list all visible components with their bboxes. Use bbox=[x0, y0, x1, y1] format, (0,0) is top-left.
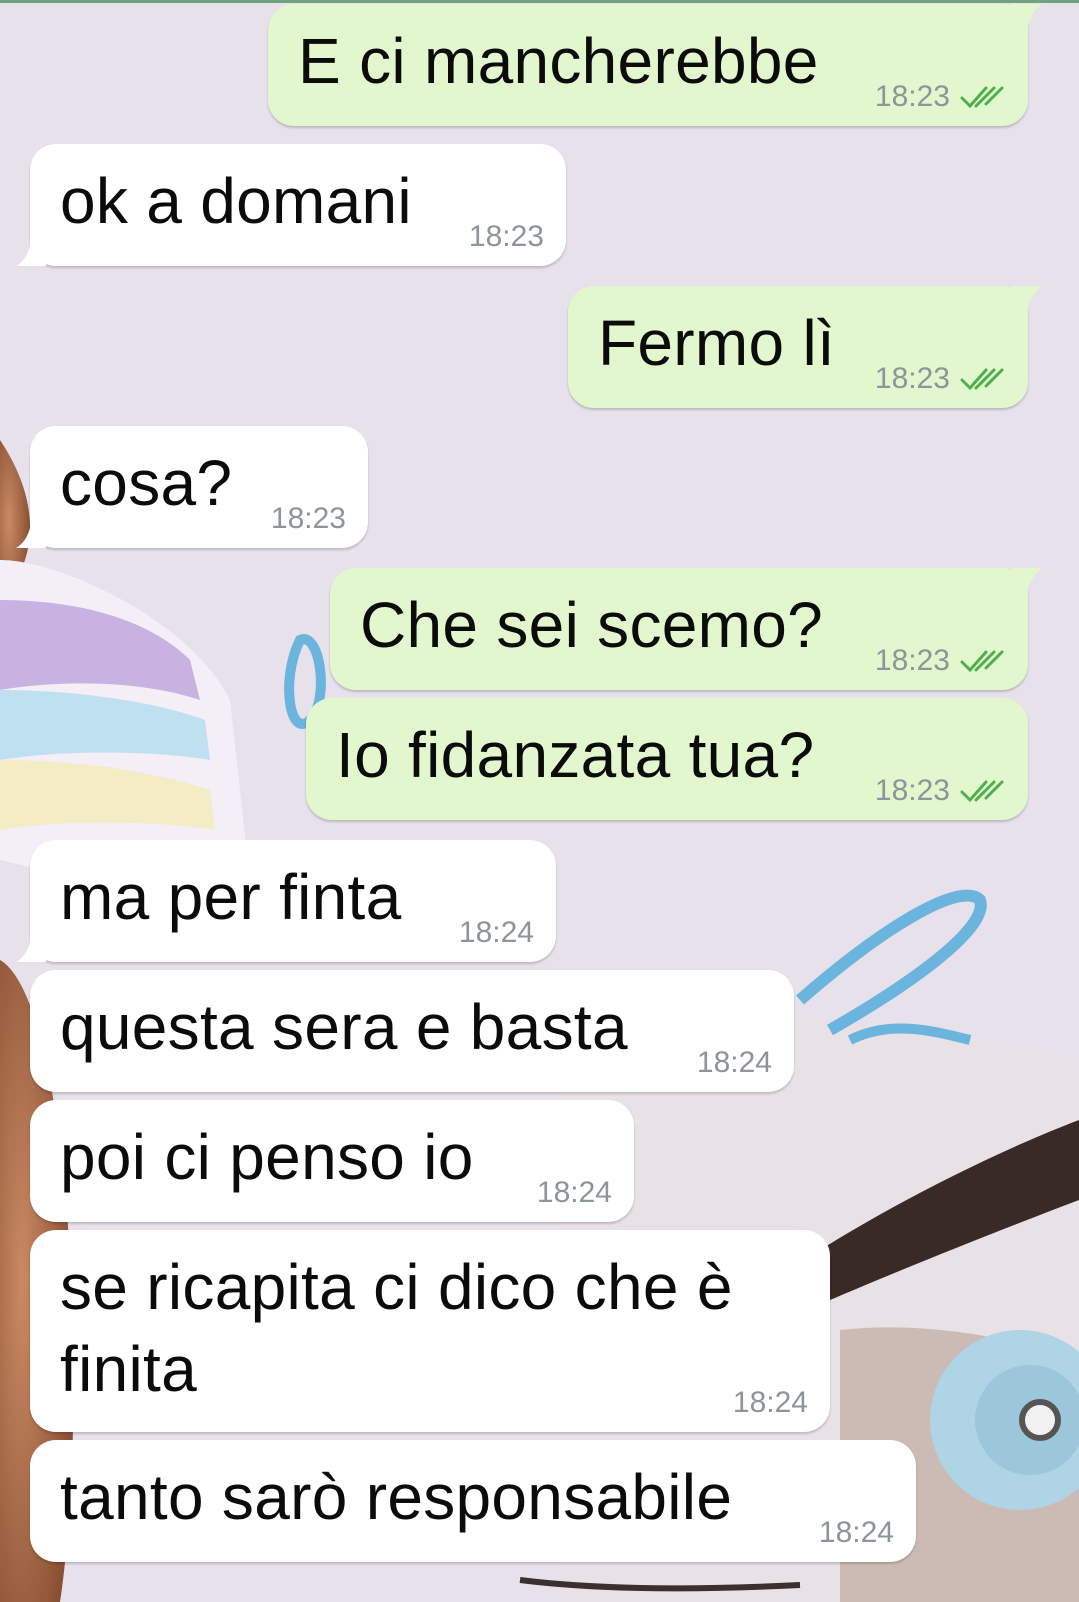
message-text: ma per finta bbox=[60, 861, 402, 933]
message-timestamp: 18:23 bbox=[468, 220, 544, 253]
message-text: tanto sarò responsabile bbox=[60, 1461, 733, 1533]
bubble-tail bbox=[16, 932, 46, 962]
outgoing-message-bubble[interactable]: Io fidanzata tua? 18:23 bbox=[306, 698, 1028, 820]
incoming-message-bubble[interactable]: poi ci penso io 18:24 bbox=[30, 1100, 634, 1222]
message-text: poi ci penso io bbox=[60, 1121, 474, 1193]
message-timestamp: 18:24 bbox=[732, 1386, 808, 1419]
message-text: ok a domani bbox=[60, 165, 412, 237]
message-meta: 18:23 bbox=[875, 362, 1004, 396]
message-timestamp: 18:23 bbox=[874, 644, 950, 677]
message-meta: 18:24 bbox=[537, 1176, 612, 1210]
message-meta: 18:24 bbox=[459, 916, 534, 950]
message-meta: 18:23 bbox=[875, 644, 1004, 678]
message-meta: 18:24 bbox=[697, 1046, 772, 1080]
incoming-message-bubble[interactable]: se ricapita ci dico che è finita 18:24 bbox=[30, 1230, 830, 1432]
read-double-check-icon bbox=[960, 650, 1004, 673]
message-text: questa sera e basta bbox=[60, 991, 628, 1063]
bubble-tail bbox=[16, 236, 46, 266]
message-text: se ricapita ci dico che è finita bbox=[60, 1251, 733, 1405]
message-text: cosa? bbox=[60, 447, 233, 519]
bubble-tail bbox=[1012, 286, 1042, 316]
message-meta: 18:23 bbox=[271, 502, 346, 536]
read-double-check-icon bbox=[960, 86, 1004, 109]
message-meta: 18:24 bbox=[733, 1386, 808, 1420]
message-timestamp: 18:23 bbox=[270, 502, 346, 535]
outgoing-message-bubble[interactable]: Che sei scemo? 18:23 bbox=[330, 568, 1042, 690]
incoming-message-bubble[interactable]: questa sera e basta 18:24 bbox=[30, 970, 794, 1092]
message-timestamp: 18:24 bbox=[818, 1516, 894, 1549]
message-text: Fermo lì bbox=[598, 307, 836, 379]
incoming-message-bubble[interactable]: ok a domani 18:23 bbox=[16, 144, 566, 266]
message-meta: 18:23 bbox=[875, 774, 1004, 808]
outgoing-message-bubble[interactable]: E ci mancherebbe 18:23 bbox=[268, 4, 1042, 126]
message-text: E ci mancherebbe bbox=[298, 25, 819, 97]
message-meta: 18:24 bbox=[819, 1516, 894, 1550]
bubble-tail bbox=[16, 518, 46, 548]
outgoing-message-bubble[interactable]: Fermo lì 18:23 bbox=[568, 286, 1042, 408]
read-double-check-icon bbox=[960, 780, 1004, 803]
incoming-message-bubble[interactable]: ma per finta 18:24 bbox=[16, 840, 556, 962]
message-text: Io fidanzata tua? bbox=[336, 719, 815, 791]
message-timestamp: 18:23 bbox=[874, 80, 950, 113]
message-meta: 18:23 bbox=[875, 80, 1004, 114]
incoming-message-bubble[interactable]: tanto sarò responsabile 18:24 bbox=[30, 1440, 916, 1562]
read-double-check-icon bbox=[960, 368, 1004, 391]
bubble-tail bbox=[1012, 4, 1042, 34]
message-timestamp: 18:24 bbox=[696, 1046, 772, 1079]
message-text: Che sei scemo? bbox=[360, 589, 824, 661]
message-timestamp: 18:23 bbox=[874, 362, 950, 395]
message-timestamp: 18:24 bbox=[458, 916, 534, 949]
incoming-message-bubble[interactable]: cosa? 18:23 bbox=[16, 426, 368, 548]
message-timestamp: 18:23 bbox=[874, 774, 950, 807]
message-meta: 18:23 bbox=[469, 220, 544, 254]
top-divider bbox=[0, 0, 1079, 3]
bubble-tail bbox=[1012, 568, 1042, 598]
message-timestamp: 18:24 bbox=[536, 1176, 612, 1209]
